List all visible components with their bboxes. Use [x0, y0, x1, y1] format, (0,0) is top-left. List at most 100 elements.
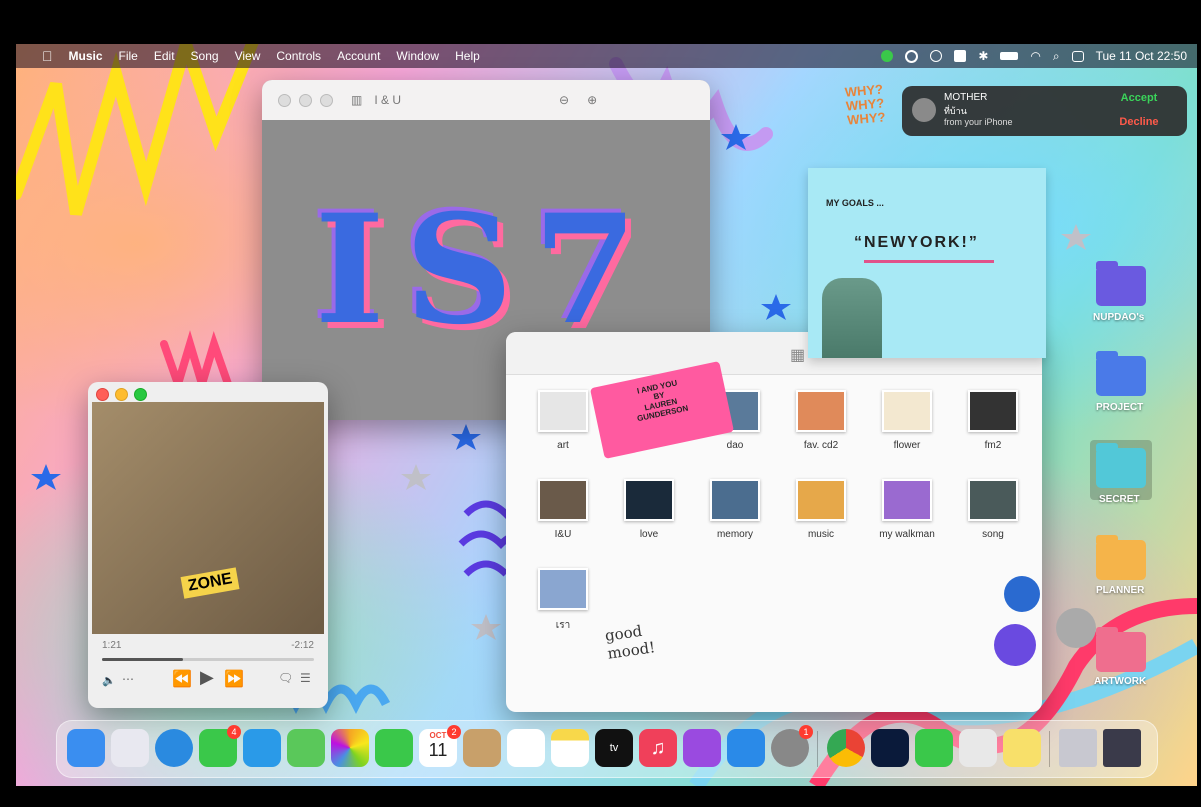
- minimize-button[interactable]: [115, 388, 128, 401]
- messages-icon[interactable]: 4: [199, 725, 241, 767]
- more-options-icon[interactable]: ⋯: [122, 672, 134, 686]
- progress-fill: [102, 658, 183, 661]
- zoom-out-icon[interactable]: ⊖: [559, 93, 569, 107]
- menu-file[interactable]: File: [119, 49, 138, 63]
- chrome-icon[interactable]: [827, 729, 865, 767]
- finder-item-rao[interactable]: เรา: [520, 568, 606, 633]
- music-miniplayer[interactable]: ZONE 1:21 -2:12 🔈 ⋯ ⏪ ▶ ⏩ 🗨 ☰: [88, 382, 328, 708]
- menubar-clock[interactable]: Tue 11 Oct 22:50: [1096, 49, 1187, 63]
- dock-separator: [817, 731, 818, 767]
- line-status-icon[interactable]: [881, 50, 894, 62]
- reminders-icon[interactable]: [507, 729, 545, 767]
- notes-icon[interactable]: [551, 729, 589, 767]
- photoshop-icon[interactable]: [871, 729, 909, 767]
- folder-icon: [1096, 443, 1146, 488]
- decline-button[interactable]: Decline: [1100, 116, 1178, 128]
- creative-cloud-icon[interactable]: [905, 49, 919, 63]
- caller-name: MOTHER: [944, 92, 988, 103]
- volume-icon[interactable]: 🔈: [102, 674, 116, 687]
- maps-icon[interactable]: [287, 729, 325, 767]
- podcasts-icon[interactable]: [683, 729, 721, 767]
- apple-tv-icon[interactable]: tv: [595, 729, 633, 767]
- folder-icon: [1096, 535, 1146, 580]
- finder-item-i-and-u[interactable]: I&U: [520, 479, 606, 540]
- finder-item-memory[interactable]: memory: [692, 479, 778, 540]
- zoom-in-icon[interactable]: ⊕: [587, 93, 597, 107]
- close-button[interactable]: [96, 388, 109, 401]
- bluetooth-icon[interactable]: ✱: [978, 49, 988, 63]
- item-thumbnail: [710, 479, 760, 521]
- goals-underline: [864, 260, 994, 263]
- calendar-badge: 2: [447, 725, 461, 739]
- music-icon[interactable]: ♫: [639, 729, 677, 767]
- goals-text: “NEWYORK!”: [854, 234, 979, 251]
- battery-icon[interactable]: [1000, 52, 1019, 60]
- desktop:  Music File Edit Song View Controls Acc…: [16, 44, 1197, 786]
- trash-icon[interactable]: [1115, 729, 1153, 767]
- menu-song[interactable]: Song: [191, 49, 219, 63]
- stickies-icon[interactable]: [1003, 729, 1041, 767]
- finder-item-my-walkman[interactable]: my walkman: [864, 479, 950, 540]
- play-button[interactable]: ▶: [200, 667, 214, 688]
- preview-title: I & U: [374, 93, 402, 107]
- view-grid-icon[interactable]: ▦: [790, 345, 805, 365]
- facetime-icon[interactable]: [375, 729, 413, 767]
- input-source-icon[interactable]: [954, 50, 967, 62]
- mail-icon[interactable]: [243, 729, 281, 767]
- folder-icon: [1096, 351, 1146, 396]
- artwork-zone-label: ZONE: [180, 567, 240, 599]
- finder-icon[interactable]: [67, 729, 105, 767]
- wifi-icon[interactable]: ◠: [1030, 49, 1040, 63]
- item-thumbnail: [968, 390, 1018, 432]
- queue-icon[interactable]: ☰: [300, 671, 311, 685]
- launchpad-icon[interactable]: [111, 729, 149, 767]
- preview-toolbar: ▥ I & U ⊖ ⊕: [262, 80, 710, 120]
- menu-help[interactable]: Help: [455, 49, 480, 63]
- fast-forward-button[interactable]: ⏩: [224, 669, 244, 689]
- finder-item-love[interactable]: love: [606, 479, 692, 540]
- control-center-icon[interactable]: [1071, 50, 1084, 62]
- now-playing-icon[interactable]: [930, 50, 943, 62]
- menu-window[interactable]: Window: [396, 49, 439, 63]
- apple-menu-icon[interactable]: : [42, 48, 53, 64]
- finder-item-fav-cd2[interactable]: fav. cd2: [778, 390, 864, 451]
- menu-view[interactable]: View: [235, 49, 261, 63]
- safari-icon[interactable]: [155, 729, 193, 767]
- lyrics-icon[interactable]: 🗨: [278, 671, 293, 685]
- menu-controls[interactable]: Controls: [276, 49, 321, 63]
- system-settings-icon[interactable]: 1: [771, 725, 813, 767]
- app-store-icon[interactable]: [727, 729, 765, 767]
- incoming-call-notification[interactable]: MOTHER ที่บ้าน from your iPhone Accept D…: [902, 86, 1187, 136]
- zoom-button[interactable]: [134, 388, 147, 401]
- goals-heading: MY GOALS ...: [826, 198, 884, 208]
- progress-track[interactable]: [102, 658, 314, 661]
- contacts-icon[interactable]: [463, 729, 501, 767]
- minimize-button[interactable]: [299, 93, 312, 107]
- folder-icon: [1096, 261, 1146, 306]
- zoom-button[interactable]: [320, 93, 333, 107]
- sidebar-toggle-icon[interactable]: ▥: [351, 93, 362, 107]
- menu-account[interactable]: Account: [337, 49, 380, 63]
- search-icon[interactable]: ⌕: [1053, 49, 1060, 64]
- item-thumbnail: [624, 479, 674, 521]
- finder-item-song[interactable]: song: [950, 479, 1036, 540]
- finder-item-fm2[interactable]: fm2: [950, 390, 1036, 451]
- item-thumbnail: [538, 568, 588, 610]
- finder-item-flower[interactable]: flower: [864, 390, 950, 451]
- calendar-icon[interactable]: OCT 11 2: [419, 725, 461, 767]
- rewind-button[interactable]: ⏪: [172, 669, 192, 689]
- menu-app-name[interactable]: Music: [69, 49, 103, 63]
- smiley-sticker-purple: [994, 624, 1036, 666]
- caller-subtitle: ที่บ้าน: [944, 106, 967, 116]
- finder-window[interactable]: ▦ ⌕ art dao fav. cd2 flower fm2 I&U love…: [506, 332, 1042, 712]
- preview-app-icon[interactable]: [959, 729, 997, 767]
- photos-icon[interactable]: [331, 729, 369, 767]
- finder-item-music[interactable]: music: [778, 479, 864, 540]
- menu-edit[interactable]: Edit: [154, 49, 175, 63]
- goals-note: MY GOALS ... “NEWYORK!”: [808, 168, 1046, 358]
- album-artwork: ZONE: [92, 402, 324, 634]
- line-icon[interactable]: [915, 729, 953, 767]
- close-button[interactable]: [278, 93, 291, 107]
- recent-window-1-icon[interactable]: [1059, 729, 1097, 767]
- accept-button[interactable]: Accept: [1100, 92, 1178, 104]
